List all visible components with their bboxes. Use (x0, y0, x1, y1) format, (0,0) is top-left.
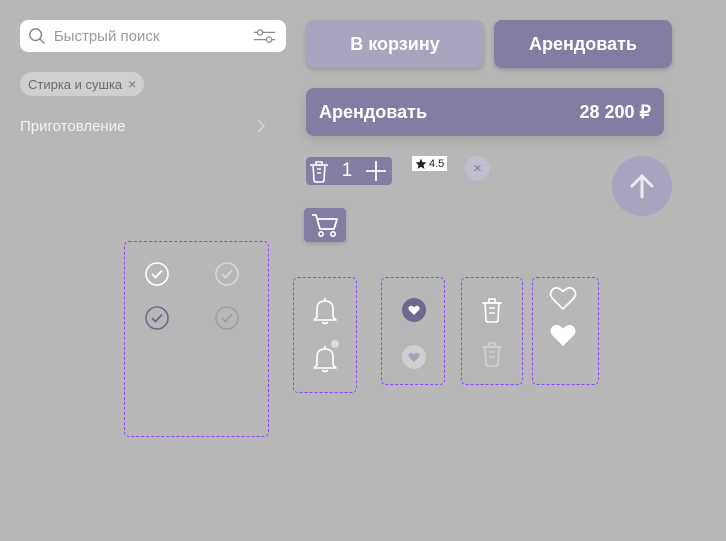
bell-variants-frame (293, 277, 357, 393)
rent-wide-label: Арендовать (319, 101, 428, 122)
quantity-value: 1 (341, 160, 353, 181)
cart-button[interactable] (304, 208, 346, 242)
trash-icon[interactable] (306, 157, 332, 185)
search-input[interactable] (45, 20, 253, 52)
filter-icon[interactable] (253, 27, 276, 45)
close-icon[interactable]: × (128, 77, 136, 91)
category-label: Приготовление (20, 117, 126, 135)
check-circle-icon[interactable] (214, 261, 240, 287)
filter-chip-label: Стирка и сушка (28, 76, 123, 92)
heart-variants-frame (532, 277, 599, 385)
star-icon (415, 158, 427, 169)
bell-icon[interactable] (311, 296, 339, 326)
heart-badge-icon[interactable] (401, 297, 427, 323)
quantity-stepper: 1 (306, 157, 392, 185)
bell-icon[interactable] (311, 340, 343, 374)
check-circle-icon[interactable] (214, 305, 240, 331)
heart-icon[interactable] (548, 284, 578, 312)
check-circle-icon[interactable] (144, 305, 170, 331)
rent-button[interactable]: Арендовать (494, 20, 672, 68)
cart-icon (312, 214, 338, 237)
check-variants-frame (124, 241, 269, 437)
trash-icon[interactable] (479, 339, 505, 369)
filter-chip[interactable]: Стирка и сушка × (20, 72, 145, 96)
delete-variants-frame (461, 277, 523, 385)
remove-button[interactable]: × (465, 156, 490, 181)
search-icon (29, 28, 45, 44)
check-circle-icon[interactable] (144, 261, 170, 287)
chevron-right-icon (257, 119, 266, 133)
favorite-badge-frame (381, 277, 445, 385)
rating-value: 4.5 (429, 157, 445, 170)
heart-icon[interactable] (548, 321, 578, 349)
heart-badge-icon[interactable] (401, 344, 427, 370)
category-item[interactable]: Приготовление (20, 116, 266, 136)
scroll-up-button[interactable] (612, 156, 672, 216)
rent-with-price-button[interactable]: Арендовать 28 200 ₽ (306, 88, 664, 136)
rating-badge: 4.5 (412, 156, 448, 171)
price-label: 28 200 ₽ (579, 101, 651, 122)
add-to-cart-label: В корзину (350, 33, 440, 54)
rent-label: Арендовать (528, 33, 638, 54)
trash-icon[interactable] (479, 295, 505, 325)
plus-icon[interactable] (362, 157, 390, 185)
search-bar[interactable] (20, 20, 286, 52)
add-to-cart-button[interactable]: В корзину (306, 20, 484, 68)
arrow-up-icon (630, 174, 654, 199)
close-icon: × (473, 160, 482, 177)
